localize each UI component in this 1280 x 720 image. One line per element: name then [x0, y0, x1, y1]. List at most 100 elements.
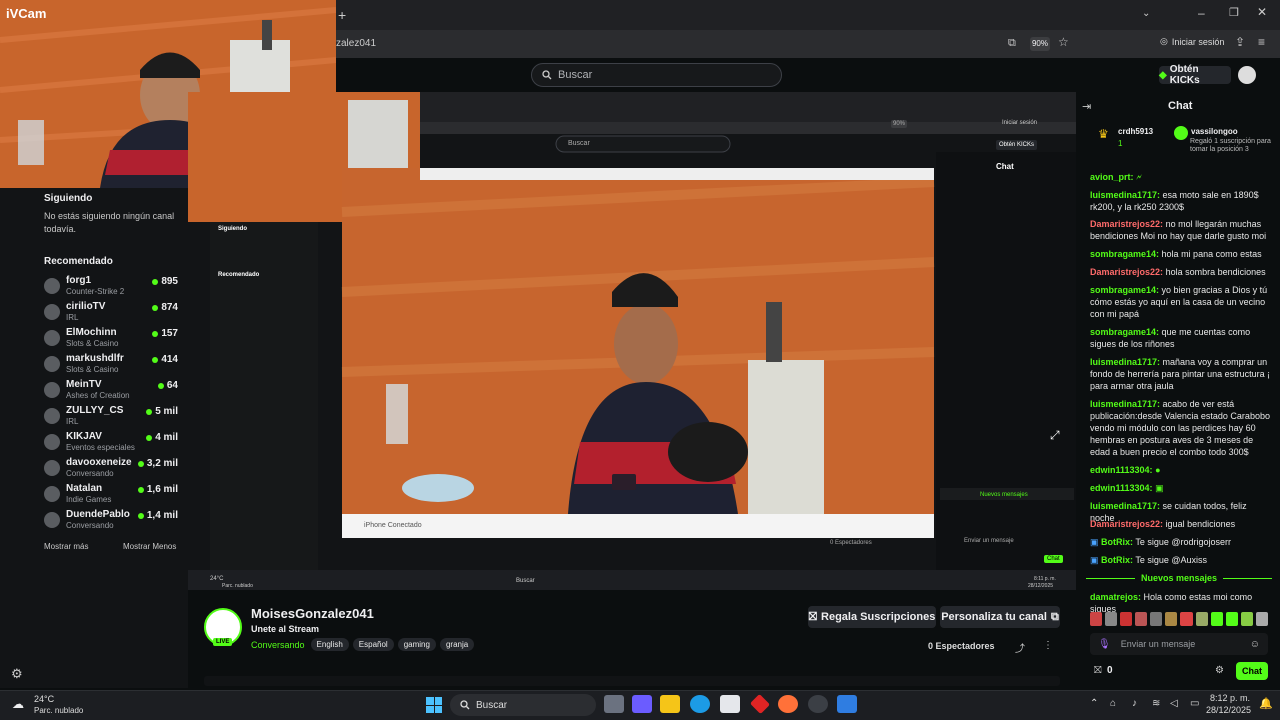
- collapse-chat-icon[interactable]: ⇥: [1082, 100, 1091, 113]
- category-link[interactable]: Conversando: [251, 640, 305, 650]
- more-options-icon[interactable]: ⋮: [1043, 640, 1053, 651]
- avatar: [44, 278, 60, 294]
- live-dot-icon: [137, 460, 144, 467]
- emote-icon[interactable]: [1195, 612, 1208, 626]
- firefox-icon[interactable]: [778, 695, 798, 713]
- ivcam-app-icon[interactable]: [837, 695, 857, 713]
- show-more-link[interactable]: Mostrar más: [44, 542, 88, 551]
- chat-message: avion_prt: 🗲: [1090, 172, 1143, 182]
- copilot-icon[interactable]: [632, 695, 652, 713]
- sidebar-item-cirilio[interactable]: cirilioTV IRL 874: [44, 300, 178, 326]
- emote-icon[interactable]: [1105, 612, 1118, 626]
- new-tab-button[interactable]: +: [338, 7, 346, 23]
- chat-message: sombragame14: hola mi pana como estas: [1090, 249, 1262, 259]
- search-icon: [460, 700, 470, 710]
- chat-settings-icon[interactable]: ⚙: [1215, 665, 1224, 676]
- windows-start-icon[interactable]: [426, 697, 442, 713]
- settings-gear-icon[interactable]: ⚙: [11, 666, 23, 682]
- emote-icon[interactable]: [1225, 612, 1238, 626]
- live-dot-icon: [137, 512, 144, 519]
- wifi-icon[interactable]: ≋: [1152, 698, 1160, 709]
- network-icon[interactable]: ⌂: [1110, 698, 1116, 709]
- emote-icon[interactable]: [1255, 612, 1268, 626]
- chat-input[interactable]: 🎙 Enviar un mensaje ☺: [1090, 633, 1268, 655]
- emoji-icon[interactable]: ☺: [1250, 639, 1260, 650]
- sidebar-item-natalan[interactable]: Natalan Indie Games 1,6 mil: [44, 482, 178, 508]
- gift-count: 1: [1118, 139, 1123, 148]
- share-icon[interactable]: ⤴: [1015, 640, 1025, 655]
- taskbar-search[interactable]: Buscar: [450, 694, 596, 716]
- store-icon[interactable]: [720, 695, 740, 713]
- nested-taskbar-date: 28/12/2025: [1028, 583, 1054, 589]
- obs-icon[interactable]: [808, 695, 828, 713]
- emote-icon[interactable]: [1210, 612, 1223, 626]
- emote-icon[interactable]: [1090, 612, 1103, 626]
- chat-message: luismedina1717: acabo de ver está public…: [1090, 399, 1270, 457]
- channel-name[interactable]: MoisesGonzalez041: [251, 606, 374, 621]
- nested-login-label: Iniciar sesión: [1002, 120, 1038, 126]
- edge-icon[interactable]: [690, 695, 710, 713]
- gift-subscriptions-button[interactable]: ⛝ Regala Suscripciones: [808, 606, 936, 628]
- notifications-icon[interactable]: 🔔: [1259, 697, 1273, 710]
- send-chat-button[interactable]: Chat: [1236, 662, 1268, 680]
- login-button[interactable]: ◎ Iniciar sesión: [1160, 36, 1224, 47]
- tag-chip[interactable]: Español: [352, 638, 394, 651]
- live-dot-icon: [146, 408, 153, 415]
- extensions-icon[interactable]: ⇪: [1235, 35, 1245, 49]
- pinned-gifter: ♛ crdh5913 1 vassilongoo Regaló 1 suscri…: [1086, 120, 1272, 164]
- tag-chip[interactable]: gaming: [397, 638, 436, 651]
- emote-icon[interactable]: [1165, 612, 1178, 626]
- tab-list-icon[interactable]: ⌄: [1142, 8, 1150, 19]
- close-window-button[interactable]: ✕: [1257, 5, 1267, 19]
- star-icon[interactable]: ☆: [1058, 35, 1069, 49]
- sidebar-item-forg1[interactable]: forg1 Counter-Strike 2 895: [44, 274, 178, 300]
- avatar[interactable]: [1238, 66, 1256, 84]
- emote-icon[interactable]: [1135, 612, 1148, 626]
- new-messages-divider[interactable]: Nuevos mensajes: [1086, 571, 1273, 585]
- file-explorer-icon[interactable]: [660, 695, 680, 713]
- menu-icon[interactable]: ≡: [1258, 35, 1265, 49]
- following-heading: Siguiendo: [44, 193, 93, 204]
- task-view-icon[interactable]: [604, 695, 624, 713]
- tag-chip[interactable]: English: [310, 638, 349, 651]
- kicks-balance: 0: [1107, 665, 1113, 676]
- nested-taskbar-temp: 24°C: [210, 576, 224, 582]
- gift-icon[interactable]: ⛝: [1094, 665, 1102, 676]
- emote-icon[interactable]: [1240, 612, 1253, 626]
- video-player[interactable]: Buscar 90% Iniciar sesión Obtén KICKs Ch…: [188, 92, 1076, 590]
- minimize-button[interactable]: –: [1198, 6, 1205, 20]
- camera-permission-icon[interactable]: ⧉: [1008, 37, 1016, 50]
- fullscreen-icon[interactable]: ⤢: [1050, 428, 1060, 443]
- battery-icon[interactable]: ▭: [1190, 698, 1199, 709]
- emote-icon[interactable]: [1180, 612, 1193, 626]
- search-input[interactable]: Buscar: [531, 63, 782, 87]
- emote-icon[interactable]: [1150, 612, 1163, 626]
- microphone-icon[interactable]: ♪: [1132, 698, 1137, 709]
- get-kicks-button[interactable]: ◆ Obtén KICKs: [1159, 64, 1231, 86]
- weather-icon[interactable]: ☁: [12, 697, 24, 711]
- chevron-up-icon[interactable]: ⌃: [1090, 698, 1098, 709]
- gift-text: Regaló 1 suscripción para tomar la posic…: [1190, 138, 1271, 153]
- customize-channel-button[interactable]: Personaliza tu canal ⧉: [940, 606, 1060, 628]
- avatar: [44, 434, 60, 450]
- tag-chip[interactable]: granja: [439, 638, 475, 651]
- sidebar-item-meintv[interactable]: MeinTV Ashes of Creation 64: [44, 378, 178, 404]
- sidebar-item-elmochinn[interactable]: ElMochinn Slots & Casino 157: [44, 326, 178, 352]
- zoom-badge[interactable]: 90%: [1030, 37, 1050, 51]
- maximize-button[interactable]: ❐: [1229, 6, 1239, 19]
- sidebar-item-duendepablo[interactable]: DuendePablo Conversando 1,4 mil: [44, 508, 178, 534]
- show-less-link[interactable]: Mostrar Menos: [123, 542, 176, 551]
- nested-recommended-heading: Recomendado: [218, 272, 260, 278]
- emote-icon[interactable]: [1120, 612, 1133, 626]
- sidebar-item-markushdlfr[interactable]: markushdlfr Slots & Casino 414: [44, 352, 178, 378]
- user-icon: ◎: [1160, 36, 1168, 46]
- taskbar-time[interactable]: 8:12 p. m.: [1210, 693, 1250, 703]
- sidebar-item-davooxeneize[interactable]: davooxeneize Conversando 3,2 mil: [44, 456, 178, 482]
- sidebar-item-zullyy[interactable]: ZULLYY_CS IRL 5 mil: [44, 404, 178, 430]
- microphone-icon[interactable]: 🎙: [1098, 639, 1111, 650]
- live-dot-icon: [146, 434, 153, 441]
- taskbar-date[interactable]: 28/12/2025: [1206, 705, 1251, 715]
- volume-icon[interactable]: ◁: [1170, 698, 1178, 709]
- live-dot-icon: [152, 304, 159, 311]
- sidebar-item-kikjav[interactable]: KIKJAV Eventos especiales 4 mil: [44, 430, 178, 456]
